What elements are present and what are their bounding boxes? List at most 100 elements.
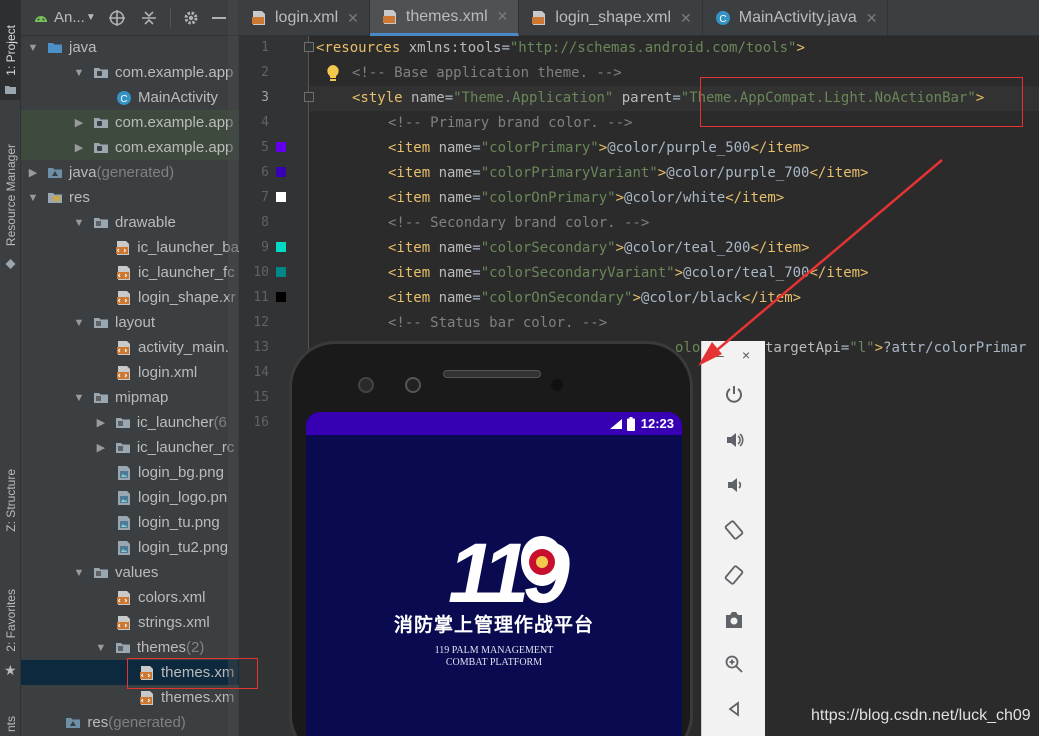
minimize-icon[interactable] [211, 16, 226, 19]
tree-item[interactable]: ▶ java (generated) [21, 160, 239, 185]
tree-item[interactable]: ▼ com.example.app [21, 60, 239, 85]
line-number: 14 [253, 365, 269, 380]
expand-arrow-icon[interactable]: ▼ [72, 317, 86, 329]
tree-item[interactable]: strings.xml [21, 610, 239, 635]
color-swatch[interactable] [276, 292, 286, 302]
tree-item[interactable]: ▼ values [21, 560, 239, 585]
volume-down-button[interactable] [718, 470, 750, 500]
tree-item[interactable]: ▶ com.example.app [21, 135, 239, 160]
emulator-close-button[interactable]: × [742, 347, 750, 363]
tree-item[interactable]: ▼ java [21, 35, 239, 60]
close-tab-icon[interactable]: ✕ [680, 10, 692, 27]
tree-item[interactable]: login.xml [21, 360, 239, 385]
highlight-parent-theme [700, 77, 1023, 127]
zoom-button[interactable] [718, 649, 750, 679]
color-swatch[interactable] [276, 267, 286, 277]
close-tab-icon[interactable]: ✕ [497, 8, 509, 25]
tree-item[interactable]: login_tu2.png [21, 535, 239, 560]
image-icon [116, 540, 132, 556]
project-view-title[interactable]: An... [54, 9, 85, 26]
tree-item[interactable]: login_tu.png [21, 510, 239, 535]
code-token: targetApi [765, 340, 841, 356]
color-swatch[interactable] [276, 242, 286, 252]
tree-item[interactable]: ▼ themes (2) [21, 635, 239, 660]
expand-arrow-icon[interactable]: ▼ [72, 392, 86, 404]
fold-icon[interactable] [304, 92, 314, 102]
tree-item[interactable]: ic_launcher_ba [21, 235, 239, 260]
screenshot-button[interactable] [718, 605, 750, 635]
tree-item-hint: (2) [186, 639, 205, 656]
tab-label: login.xml [275, 9, 339, 26]
tree-item[interactable]: ▼ res [21, 185, 239, 210]
expand-arrow-icon[interactable]: ▼ [26, 192, 40, 204]
project-scrollbar[interactable] [228, 0, 238, 736]
collapse-arrow-icon[interactable]: ▶ [26, 166, 40, 179]
fold-icon[interactable] [304, 42, 314, 52]
tree-item[interactable]: C MainActivity [21, 85, 239, 110]
tree-item[interactable]: ▼ layout [21, 310, 239, 335]
back-button[interactable] [718, 694, 750, 724]
line-number: 2 [261, 65, 269, 80]
tree-item[interactable]: ▼ mipmap [21, 385, 239, 410]
phone-screen[interactable]: 12:23 119 消防掌上管理作战平台 119 PALM MANAGEMENT… [306, 412, 682, 736]
color-swatch[interactable] [276, 167, 286, 177]
code-token: @color/teal_200 [624, 240, 751, 256]
close-tab-icon[interactable]: ✕ [866, 10, 878, 27]
tree-item[interactable]: colors.xml [21, 585, 239, 610]
lightbulb-icon[interactable] [325, 64, 341, 82]
tree-item[interactable]: activity_main. [21, 335, 239, 360]
gear-icon[interactable] [182, 9, 200, 27]
collapse-all-icon[interactable] [140, 9, 158, 27]
editor-tab[interactable]: themes.xml ✕ [369, 0, 520, 36]
speaker-grille [443, 370, 541, 378]
line-number: 15 [253, 390, 269, 405]
power-button[interactable] [718, 379, 750, 409]
rotate-left-button[interactable] [718, 515, 750, 545]
editor-tab[interactable]: C MainActivity.java ✕ [703, 0, 889, 36]
tree-item[interactable]: login_bg.png [21, 460, 239, 485]
package-icon [93, 140, 109, 156]
code-token: name [438, 290, 473, 306]
locate-icon[interactable] [108, 9, 126, 27]
code-token: </item> [809, 265, 869, 281]
collapse-arrow-icon[interactable]: ▶ [94, 416, 108, 429]
close-tab-icon[interactable]: ✕ [347, 10, 359, 27]
expand-arrow-icon[interactable]: ▼ [72, 217, 86, 229]
collapse-arrow-icon[interactable]: ▶ [72, 116, 86, 129]
tree-item[interactable]: ▶ com.example.app [21, 110, 239, 135]
chevron-down-icon[interactable]: ▼ [86, 12, 96, 23]
line-number: 11 [253, 290, 269, 305]
tree-item-label: activity_main. [138, 339, 229, 356]
favorites-tab[interactable]: 2: Favorites [0, 580, 21, 660]
tree-item[interactable]: login_shape.xr [21, 285, 239, 310]
collapse-arrow-icon[interactable]: ▶ [72, 141, 86, 154]
tree-item[interactable]: res (generated) [21, 710, 239, 735]
tree-item[interactable]: ▶ ic_launcher (6 [21, 410, 239, 435]
resource-manager-tab[interactable]: Resource Manager [0, 130, 21, 260]
bottom-tool-tab[interactable]: nts [0, 712, 21, 736]
tree-item[interactable]: ▼ drawable [21, 210, 239, 235]
tab-label: login_shape.xml [555, 9, 672, 26]
structure-tab[interactable]: Z: Structure [0, 455, 21, 545]
tree-item-hint: (generated) [96, 164, 175, 181]
color-swatch[interactable] [276, 142, 286, 152]
tree-item[interactable]: ic_launcher_fc [21, 260, 239, 285]
expand-arrow-icon[interactable]: ▼ [26, 42, 40, 54]
tree-item-hint: (6 [213, 414, 227, 431]
expand-arrow-icon[interactable]: ▼ [72, 67, 86, 79]
collapse-arrow-icon[interactable]: ▶ [94, 441, 108, 454]
editor-tab[interactable]: login_shape.xml ✕ [519, 0, 703, 36]
emulator-minimize-button[interactable]: – [716, 347, 724, 363]
xml-icon [116, 365, 132, 381]
tree-item[interactable]: login_logo.pn [21, 485, 239, 510]
expand-arrow-icon[interactable]: ▼ [94, 642, 108, 654]
color-swatch[interactable] [276, 192, 286, 202]
code-token: <!-- Status bar color. --> [388, 315, 608, 331]
tree-item[interactable]: ▶ ic_launcher_rc [21, 435, 239, 460]
rotate-right-button[interactable] [718, 560, 750, 590]
volume-up-button[interactable] [718, 425, 750, 455]
expand-arrow-icon[interactable]: ▼ [72, 567, 86, 579]
code-line: <resources xmlns:tools="http://schemas.a… [310, 36, 805, 61]
editor-tab[interactable]: login.xml ✕ [239, 0, 370, 36]
volume-up-icon [727, 433, 744, 447]
